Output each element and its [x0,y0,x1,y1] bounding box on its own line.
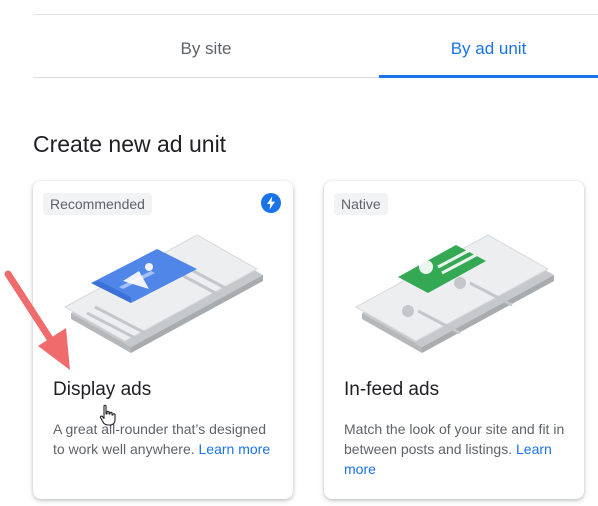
in-feed-ads-card[interactable]: Native In-feed ads Match the look of you… [324,181,584,499]
active-tab-indicator [379,75,598,78]
tab-by-site-label: By site [180,39,232,58]
tab-by-ad-unit[interactable]: By ad unit [379,20,598,78]
display-ads-card[interactable]: Recommended Display ads A great all-roun… [33,181,293,499]
tab-by-ad-unit-label: By ad unit [450,39,527,58]
in-feed-ads-title: In-feed ads [344,379,440,400]
tab-by-site[interactable]: By site [33,20,379,78]
native-badge: Native [334,193,388,215]
display-ads-illustration-icon [63,234,263,353]
display-ads-description: A great all-rounder that’s designed to w… [53,419,275,459]
in-feed-ads-illustration-icon [354,234,554,353]
recommended-badge: Recommended [43,193,152,215]
top-divider [33,14,598,15]
tab-bar: By site By ad unit [33,20,598,78]
display-ads-learn-more-link[interactable]: Learn more [199,441,271,457]
hand-cursor-icon [99,404,116,426]
display-ads-title: Display ads [53,379,152,400]
bolt-icon [261,193,281,213]
section-title: Create new ad unit [33,131,227,157]
in-feed-ads-description: Match the look of your site and fit in b… [344,419,566,479]
